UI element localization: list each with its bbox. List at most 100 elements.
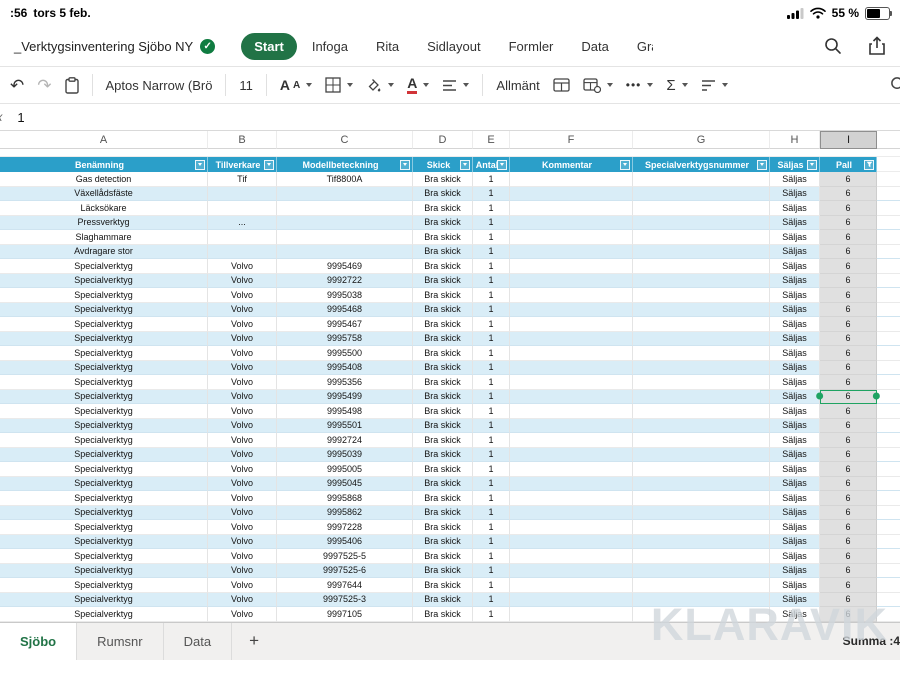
cell-tillverkare[interactable]: Volvo	[208, 419, 277, 434]
cell-modell[interactable]: 9992724	[277, 433, 413, 448]
cell-tillverkare[interactable]: Volvo	[208, 332, 277, 347]
cell-tillverkare[interactable]: Volvo	[208, 477, 277, 492]
cell-skick[interactable]: Bra skick	[413, 201, 473, 216]
cell-pall[interactable]: 6	[820, 259, 877, 274]
cell-benamning[interactable]: Specialverktyg	[0, 535, 208, 550]
cell-kommentar[interactable]	[510, 259, 633, 274]
cell-saljas[interactable]: Säljas	[770, 303, 820, 318]
document-title[interactable]: _Verktygsinventering Sjöbo NY ✓	[14, 39, 215, 54]
cell-filler[interactable]	[877, 404, 900, 419]
cell-specialnr[interactable]	[633, 593, 770, 608]
cell-pall[interactable]: 6	[820, 448, 877, 463]
cell-filler[interactable]	[877, 535, 900, 550]
share-icon[interactable]	[868, 36, 886, 56]
cell-tillverkare[interactable]	[208, 230, 277, 245]
cell-kommentar[interactable]	[510, 317, 633, 332]
cell-tillverkare[interactable]: ...	[208, 216, 277, 231]
cell-saljas[interactable]: Säljas	[770, 332, 820, 347]
cell-antal[interactable]: 1	[473, 288, 510, 303]
cell-benamning[interactable]: Specialverktyg	[0, 462, 208, 477]
cell-tillverkare[interactable]: Volvo	[208, 578, 277, 593]
filter-button-kommentar[interactable]	[620, 160, 630, 170]
column-letter-G[interactable]: G	[633, 131, 770, 149]
cell-pall[interactable]: 6	[820, 346, 877, 361]
undo-button[interactable]: ↶	[10, 77, 24, 94]
cell-kommentar[interactable]	[510, 390, 633, 405]
cell-benamning[interactable]: Specialverktyg	[0, 477, 208, 492]
cell-kommentar[interactable]	[510, 187, 633, 202]
cell-tillverkare[interactable]: Tif	[208, 172, 277, 187]
sheet-tab-rumsnr[interactable]: Rumsnr	[77, 623, 164, 660]
cell-skick[interactable]: Bra skick	[413, 172, 473, 187]
cell-modell[interactable]	[277, 230, 413, 245]
ribbon-tab-granska[interactable]: Granska	[624, 33, 653, 60]
cell-specialnr[interactable]	[633, 404, 770, 419]
cell-filler[interactable]	[877, 477, 900, 492]
cell-kommentar[interactable]	[510, 332, 633, 347]
cell-skick[interactable]: Bra skick	[413, 361, 473, 376]
fill-color-button[interactable]	[366, 77, 394, 93]
cell-saljas[interactable]: Säljas	[770, 201, 820, 216]
cell-pall[interactable]: 6	[820, 549, 877, 564]
cell-benamning[interactable]: Specialverktyg	[0, 375, 208, 390]
cell-filler[interactable]	[877, 172, 900, 187]
cell-modell[interactable]: 9995758	[277, 332, 413, 347]
toolbar-search-button[interactable]	[890, 76, 900, 93]
cell-modell[interactable]: 9995356	[277, 375, 413, 390]
cell-tillverkare[interactable]: Volvo	[208, 288, 277, 303]
cell-benamning[interactable]: Specialverktyg	[0, 549, 208, 564]
cell-filler[interactable]	[877, 187, 900, 202]
cell-pall[interactable]: 6	[820, 303, 877, 318]
selection-handle-left[interactable]	[816, 393, 823, 400]
ribbon-tab-data[interactable]: Data	[568, 33, 621, 60]
cell-pall[interactable]: 6	[820, 390, 877, 405]
cell-skick[interactable]: Bra skick	[413, 230, 473, 245]
cell-antal[interactable]: 1	[473, 317, 510, 332]
cell-benamning[interactable]: Växellådsfäste	[0, 187, 208, 202]
cell-specialnr[interactable]	[633, 172, 770, 187]
cell-specialnr[interactable]	[633, 230, 770, 245]
cell-skick[interactable]: Bra skick	[413, 390, 473, 405]
cell-benamning[interactable]: Specialverktyg	[0, 607, 208, 622]
cell-modell[interactable]: 9995408	[277, 361, 413, 376]
cell-pall[interactable]: 6	[820, 317, 877, 332]
cell-skick[interactable]: Bra skick	[413, 593, 473, 608]
cell-modell[interactable]: 9995499	[277, 390, 413, 405]
cell-modell[interactable]: 9997525-6	[277, 564, 413, 579]
cell-filler[interactable]	[877, 419, 900, 434]
formula-bar[interactable]: fx 1	[0, 104, 900, 131]
cell-kommentar[interactable]	[510, 433, 633, 448]
cell-tillverkare[interactable]: Volvo	[208, 520, 277, 535]
cell-modell[interactable]: 9995498	[277, 404, 413, 419]
cell-filler[interactable]	[877, 433, 900, 448]
cell-modell[interactable]: 9995501	[277, 419, 413, 434]
cell-pall[interactable]: 6	[820, 520, 877, 535]
cell-filler[interactable]	[877, 448, 900, 463]
cell-benamning[interactable]: Specialverktyg	[0, 506, 208, 521]
cell-skick[interactable]: Bra skick	[413, 433, 473, 448]
cell-benamning[interactable]: Specialverktyg	[0, 303, 208, 318]
cell-filler[interactable]	[877, 506, 900, 521]
cell-pall[interactable]: 6	[820, 172, 877, 187]
cell-antal[interactable]: 1	[473, 477, 510, 492]
cell-tillverkare[interactable]	[208, 201, 277, 216]
cell-kommentar[interactable]	[510, 404, 633, 419]
more-options-button[interactable]: •••	[626, 78, 654, 92]
cell-antal[interactable]: 1	[473, 593, 510, 608]
cell-modell[interactable]: 9995005	[277, 462, 413, 477]
font-name-button[interactable]: Aptos Narrow (Brö	[106, 78, 213, 93]
filter-button-skick[interactable]	[460, 160, 470, 170]
cell-kommentar[interactable]	[510, 462, 633, 477]
cell-specialnr[interactable]	[633, 390, 770, 405]
sort-filter-button[interactable]	[701, 79, 728, 92]
cell-skick[interactable]: Bra skick	[413, 216, 473, 231]
cell-antal[interactable]: 1	[473, 578, 510, 593]
cell-modell[interactable]: 9995406	[277, 535, 413, 550]
cell-specialnr[interactable]	[633, 564, 770, 579]
cell-modell[interactable]: 9997644	[277, 578, 413, 593]
cell-antal[interactable]: 1	[473, 230, 510, 245]
cell-specialnr[interactable]	[633, 448, 770, 463]
filter-button-specialnr[interactable]	[757, 160, 767, 170]
cell-modell[interactable]	[277, 216, 413, 231]
font-size-button[interactable]: 11	[239, 78, 253, 93]
